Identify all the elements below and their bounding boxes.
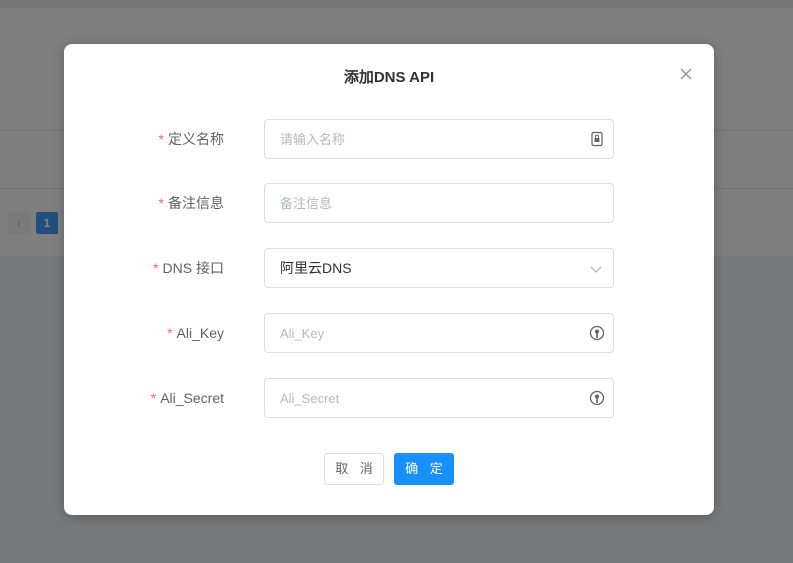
name-label: * 定义名称 [158, 131, 224, 147]
dialog-title: 添加DNS API [343, 69, 435, 86]
autofill-key-icon[interactable] [589, 390, 605, 406]
dns-select[interactable]: 阿里云DNS [264, 248, 614, 288]
dns-label: * DNS 接口 [153, 260, 224, 276]
dialog-footer: 取 消 确 定 [64, 453, 714, 485]
password-manager-icon[interactable] [589, 131, 605, 147]
ali-secret-input-wrapper [264, 378, 614, 418]
form-item-dns: * DNS 接口 阿里云DNS [64, 248, 714, 288]
cancel-button[interactable]: 取 消 [324, 453, 384, 485]
required-asterisk: * [158, 195, 164, 211]
autofill-key-icon[interactable] [589, 325, 605, 341]
dns-select-value: 阿里云DNS [280, 260, 352, 276]
required-asterisk: * [150, 390, 157, 406]
ali-secret-input[interactable] [265, 379, 570, 417]
required-asterisk: * [167, 325, 173, 341]
form-item-ali-secret: * Ali_Secret [64, 378, 714, 418]
add-dns-api-dialog: 添加DNS API *定义名称 *备注信息 *DNS 接口 阿里云DNS [64, 44, 714, 515]
form-item-name: * 定义名称 [64, 119, 714, 159]
ali-key-label: * Ali_Key [167, 325, 224, 341]
note-input[interactable] [265, 184, 570, 222]
ali-key-input[interactable] [265, 314, 570, 352]
ali-key-input-wrapper [264, 313, 614, 353]
note-input-wrapper [264, 183, 614, 223]
required-asterisk: * [153, 260, 159, 276]
note-label: * 备注信息 [158, 195, 224, 211]
confirm-button[interactable]: 确 定 [394, 453, 454, 485]
close-icon[interactable] [678, 66, 694, 82]
name-input-wrapper [264, 119, 614, 159]
chevron-down-icon [589, 262, 603, 276]
form-item-note: * 备注信息 [64, 183, 714, 223]
required-asterisk: * [158, 131, 164, 147]
name-input[interactable] [265, 120, 570, 158]
ali-secret-label: * Ali_Secret [150, 390, 224, 406]
form-item-ali-key: * Ali_Key [64, 313, 714, 353]
